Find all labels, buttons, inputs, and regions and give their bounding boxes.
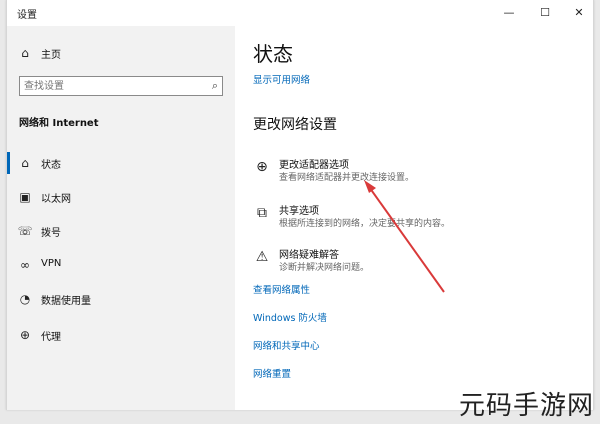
maximize-button[interactable]: ☐ xyxy=(531,4,559,22)
close-button[interactable]: ✕ xyxy=(565,4,593,22)
sharing-icon: ⧉ xyxy=(257,205,267,221)
proxy-icon: ⊕ xyxy=(19,328,31,342)
show-available-networks-link[interactable]: 显示可用网络 xyxy=(253,72,310,86)
screenshot-frame: 设置 — ☐ ✕ ⌂ 主页 ⌕ 网络和 Internet ⌂ 状态 ▣ 以太网 xyxy=(0,0,600,424)
adapter-icon: ⊕ xyxy=(256,159,268,175)
sidebar-item-label: 以太网 xyxy=(41,194,71,205)
network-sharing-center-link[interactable]: 网络和共享中心 xyxy=(253,338,320,352)
active-indicator xyxy=(7,152,10,174)
option-description: 查看网络适配器并更改连接设置。 xyxy=(279,173,415,183)
home-icon: ⌂ xyxy=(21,46,29,60)
sidebar-section-title: 网络和 Internet xyxy=(19,118,99,129)
option-title: 共享选项 xyxy=(279,206,319,217)
data-usage-icon: ◔ xyxy=(19,292,31,306)
change-settings-heading: 更改网络设置 xyxy=(253,117,337,133)
change-adapter-option[interactable]: ⊕ 更改适配器选项 查看网络适配器并更改连接设置。 xyxy=(253,154,573,186)
title-bar: 设置 — ☐ ✕ xyxy=(7,0,593,26)
option-description: 根据所连接到的网络，决定要共享的内容。 xyxy=(279,219,451,229)
view-network-properties-link[interactable]: 查看网络属性 xyxy=(253,282,310,296)
sidebar-item-dialup[interactable]: ☏ 拨号 xyxy=(7,220,235,242)
sidebar: ⌂ 主页 ⌕ 网络和 Internet ⌂ 状态 ▣ 以太网 ☏ 拨号 xyxy=(7,26,235,410)
sidebar-item-label: VPN xyxy=(41,258,62,269)
sidebar-item-home[interactable]: ⌂ 主页 xyxy=(7,42,235,64)
sidebar-item-label: 拨号 xyxy=(41,228,61,239)
sidebar-item-label: 数据使用量 xyxy=(41,296,91,307)
ethernet-icon: ▣ xyxy=(19,190,31,204)
sidebar-item-data-usage[interactable]: ◔ 数据使用量 xyxy=(7,288,235,310)
status-icon: ⌂ xyxy=(21,156,29,170)
vpn-icon: ∞ xyxy=(20,258,30,272)
option-title: 网络疑难解答 xyxy=(279,250,339,261)
sidebar-item-vpn[interactable]: ∞ VPN xyxy=(7,254,235,276)
troubleshoot-icon: ⚠ xyxy=(255,249,269,265)
window-title: 设置 xyxy=(17,10,37,21)
search-box[interactable]: ⌕ xyxy=(19,76,223,96)
search-icon[interactable]: ⌕ xyxy=(212,79,218,93)
sharing-option[interactable]: ⧉ 共享选项 根据所连接到的网络，决定要共享的内容。 xyxy=(253,200,573,232)
main-content: 状态 显示可用网络 更改网络设置 ⊕ 更改适配器选项 查看网络适配器并更改连接设… xyxy=(235,26,593,410)
windows-firewall-link[interactable]: Windows 防火墙 xyxy=(253,310,327,324)
option-title: 更改适配器选项 xyxy=(279,160,349,171)
sidebar-item-ethernet[interactable]: ▣ 以太网 xyxy=(7,186,235,208)
minimize-button[interactable]: — xyxy=(495,4,523,22)
troubleshoot-option[interactable]: ⚠ 网络疑难解答 诊断并解决网络问题。 xyxy=(253,244,573,276)
network-reset-link[interactable]: 网络重置 xyxy=(253,366,291,380)
settings-window: 设置 — ☐ ✕ ⌂ 主页 ⌕ 网络和 Internet ⌂ 状态 ▣ 以太网 xyxy=(6,0,594,410)
sidebar-item-label: 代理 xyxy=(41,332,61,343)
sidebar-item-label: 主页 xyxy=(41,50,61,61)
search-input[interactable] xyxy=(24,79,194,93)
sidebar-item-proxy[interactable]: ⊕ 代理 xyxy=(7,324,235,346)
sidebar-item-status[interactable]: ⌂ 状态 xyxy=(7,152,235,174)
page-title: 状态 xyxy=(253,42,293,66)
option-description: 诊断并解决网络问题。 xyxy=(279,263,370,273)
dialup-icon: ☏ xyxy=(17,224,33,238)
watermark: 元码手游网 xyxy=(458,391,594,421)
sidebar-item-label: 状态 xyxy=(41,160,61,171)
